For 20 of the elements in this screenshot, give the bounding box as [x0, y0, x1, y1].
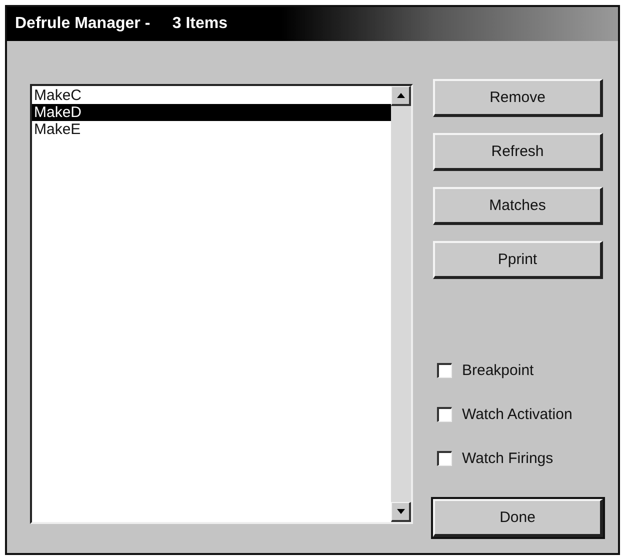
down-arrow-icon — [396, 509, 404, 514]
list-item[interactable]: MakeD — [32, 104, 391, 121]
action-button[interactable]: Pprint — [433, 241, 603, 279]
checkbox-label: Watch Firings — [462, 450, 554, 467]
checkbox[interactable] — [437, 363, 452, 378]
scrollbar[interactable] — [391, 86, 411, 522]
checkbox[interactable] — [437, 451, 452, 466]
list-item[interactable]: MakeE — [32, 121, 391, 138]
checkbox-label: Breakpoint — [462, 362, 534, 379]
window-title: Defrule Manager - 3 Items — [7, 7, 618, 41]
scroll-down-button[interactable] — [391, 502, 411, 522]
list-item[interactable]: MakeC — [32, 87, 391, 104]
scroll-up-button[interactable] — [391, 86, 411, 106]
done-button[interactable]: Done — [433, 499, 603, 537]
action-button[interactable]: Matches — [433, 187, 603, 225]
checkbox[interactable] — [437, 407, 452, 422]
action-button[interactable]: Remove — [433, 79, 603, 117]
action-button[interactable]: Refresh — [433, 133, 603, 171]
up-arrow-icon — [396, 93, 404, 98]
checkbox-label: Watch Activation — [462, 406, 572, 423]
